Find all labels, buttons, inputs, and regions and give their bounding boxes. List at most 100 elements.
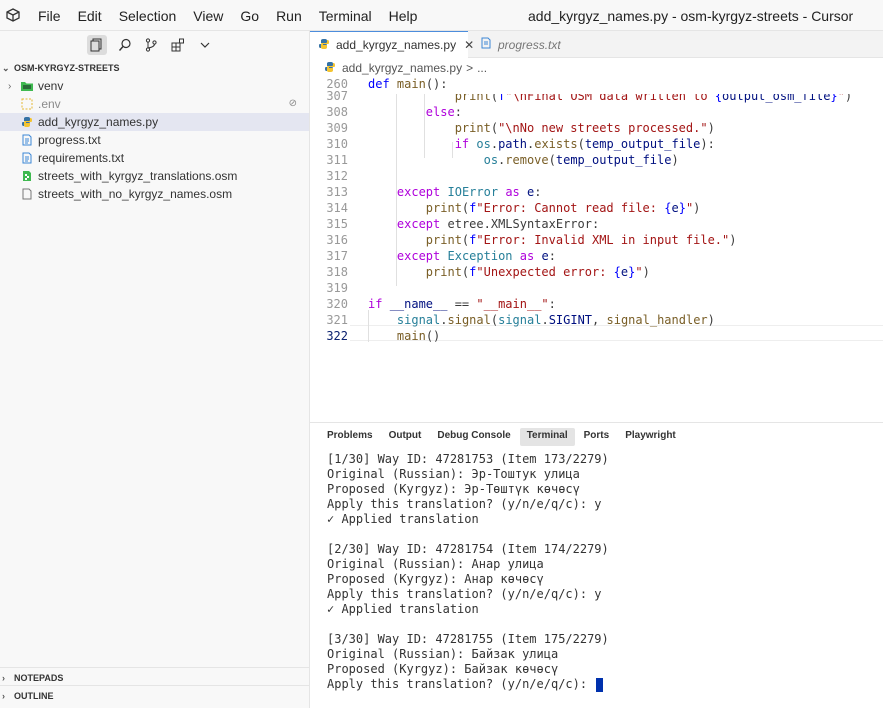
menu-bar: File Edit Selection View Go Run Terminal…	[28, 0, 424, 31]
tree-item-label: requirements.txt	[38, 151, 125, 165]
chevron-right-icon: ›	[8, 80, 12, 92]
line-number: 320	[326, 297, 348, 311]
code-line: print(f"Unexpected error: {e}")	[425, 265, 650, 279]
code-line: signal.signal(signal.SIGINT, signal_hand…	[396, 313, 715, 327]
panel-tab-playwright[interactable]: Playwright	[618, 428, 683, 446]
tree-item-label: add_kyrgyz_names.py	[38, 115, 159, 129]
tree-item-streets-with-kyrgyz[interactable]: streets_with_kyrgyz_translations.osm	[0, 167, 309, 185]
text-file-icon	[20, 133, 34, 147]
terminal-prompt-line: Apply this translation? (y/n/e/q/c):	[327, 677, 609, 692]
line-number: 321	[326, 313, 348, 327]
terminal-line: Proposed (Kyrgyz): Байзак көчөсү	[327, 662, 559, 676]
terminal-line: Proposed (Kyrgyz): Эр-Төштүк көчөсү	[327, 482, 580, 496]
menu-run[interactable]: Run	[276, 8, 302, 24]
search-icon[interactable]	[115, 35, 135, 55]
code-editor[interactable]: 260 def main(): 307 print(f"\nFinal OSM …	[310, 78, 883, 422]
tab-progress[interactable]: progress.txt	[470, 31, 590, 58]
panel-tab-debug-console[interactable]: Debug Console	[430, 428, 517, 446]
breadcrumb-separator: >	[466, 61, 474, 75]
tab-add-kyrgyz-names[interactable]: add_kyrgyz_names.py ✕	[310, 31, 474, 58]
menu-file[interactable]: File	[38, 8, 61, 24]
tree-item-progress[interactable]: progress.txt	[0, 131, 309, 149]
panel-tab-problems[interactable]: Problems	[320, 428, 380, 446]
menu-help[interactable]: Help	[389, 8, 418, 24]
breadcrumb-file[interactable]: add_kyrgyz_names.py	[342, 61, 462, 75]
line-number: 307	[326, 89, 348, 103]
terminal-output[interactable]: [1/30] Way ID: 47281753 (Item 173/2279) …	[327, 452, 609, 692]
sidebar: ⌄ OSM-KYRGYZ-STREETS › venv .env ⊘ add_k…	[0, 31, 310, 708]
chevron-right-icon: ›	[2, 673, 5, 683]
tree-item-streets-with-no-kyrgyz[interactable]: streets_with_no_kyrgyz_names.osm	[0, 185, 309, 203]
notepads-label: NOTEPADS	[14, 673, 64, 683]
tree-item-label: .env	[38, 97, 61, 111]
outline-header[interactable]: › OUTLINE	[0, 685, 310, 706]
extensions-icon[interactable]	[168, 35, 188, 55]
terminal-cursor[interactable]	[596, 677, 604, 692]
terminal-line: Original (Russian): Анар улица	[327, 557, 544, 571]
line-number: 313	[326, 185, 348, 199]
text-file-icon	[20, 151, 34, 165]
code-line: if os.path.exists(temp_output_file):	[454, 137, 715, 151]
tree-item-label: streets_with_kyrgyz_translations.osm	[38, 169, 238, 183]
tree-item-label: venv	[38, 79, 64, 93]
explorer-icon[interactable]	[87, 35, 107, 55]
code-line: os.remove(temp_output_file)	[483, 153, 679, 167]
tree-item-label: streets_with_no_kyrgyz_names.osm	[38, 187, 233, 201]
code-line: else:	[425, 105, 462, 119]
terminal-line: [1/30] Way ID: 47281753 (Item 173/2279)	[327, 452, 609, 466]
terminal-line: Original (Russian): Байзак улица	[327, 647, 559, 661]
source-control-icon[interactable]	[141, 35, 161, 55]
tree-item-label: progress.txt	[38, 133, 101, 147]
python-file-icon	[20, 115, 34, 129]
bottom-panel: Problems Output Debug Console Terminal P…	[310, 422, 883, 708]
text-file-icon	[480, 37, 494, 52]
code-line: print(f"Error: Invalid XML in input file…	[425, 233, 737, 247]
breadcrumb-rest[interactable]: ...	[477, 61, 487, 75]
chevron-down-icon: ⌄	[2, 62, 10, 73]
terminal-line: ✓ Applied translation	[327, 602, 479, 616]
menu-view[interactable]: View	[193, 8, 223, 24]
code-line: except Exception as e:	[396, 249, 556, 263]
explorer-root-header[interactable]: ⌄ OSM-KYRGYZ-STREETS	[0, 58, 310, 78]
cursor-app-icon	[6, 8, 20, 22]
menu-terminal[interactable]: Terminal	[319, 8, 372, 24]
terminal-line: [3/30] Way ID: 47281755 (Item 175/2279)	[327, 632, 609, 646]
explorer-root-label: OSM-KYRGYZ-STREETS	[14, 63, 120, 73]
panel-tab-ports[interactable]: Ports	[577, 428, 617, 446]
editor-tabs: add_kyrgyz_names.py ✕ progress.txt	[310, 31, 883, 58]
terminal-line: Apply this translation? (y/n/e/q/c): y	[327, 497, 602, 511]
code-line: print("\nNo new streets processed.")	[454, 121, 715, 135]
code-line: if __name__ == "__main__":	[368, 297, 556, 311]
tree-item-requirements[interactable]: requirements.txt	[0, 149, 309, 167]
panel-tab-terminal[interactable]: Terminal	[519, 428, 575, 446]
line-number: 315	[326, 217, 348, 231]
title-bar: File Edit Selection View Go Run Terminal…	[0, 0, 883, 31]
menu-edit[interactable]: Edit	[78, 8, 102, 24]
tree-item-venv[interactable]: › venv	[0, 77, 309, 95]
env-file-icon	[20, 97, 34, 111]
terminal-line: Original (Russian): Эр-Тоштук улица	[327, 467, 580, 481]
tree-item-env[interactable]: .env ⊘	[0, 95, 309, 113]
line-number: 312	[326, 169, 348, 183]
panel-tab-output[interactable]: Output	[382, 428, 429, 446]
tab-label: add_kyrgyz_names.py	[336, 38, 457, 52]
line-number: 309	[326, 121, 348, 135]
outline-label: OUTLINE	[14, 691, 54, 701]
tree-item-add-kyrgyz-names[interactable]: add_kyrgyz_names.py	[0, 113, 309, 131]
terminal-line: Apply this translation? (y/n/e/q/c): y	[327, 587, 602, 601]
chevron-down-icon[interactable]	[195, 35, 215, 55]
line-number: 308	[326, 105, 348, 119]
panel-tabs: Problems Output Debug Console Terminal P…	[320, 428, 685, 446]
window-title: add_kyrgyz_names.py - osm-kyrgyz-streets…	[528, 8, 854, 24]
folder-icon	[20, 79, 34, 93]
menu-selection[interactable]: Selection	[119, 8, 177, 24]
code-line: print(f"Error: Cannot read file: {e}")	[425, 201, 701, 215]
chevron-right-icon: ›	[2, 691, 5, 701]
line-number: 316	[326, 233, 348, 247]
line-number: 311	[326, 153, 348, 167]
menu-go[interactable]: Go	[240, 8, 259, 24]
tab-label: progress.txt	[498, 37, 561, 52]
line-number: 317	[326, 249, 348, 263]
